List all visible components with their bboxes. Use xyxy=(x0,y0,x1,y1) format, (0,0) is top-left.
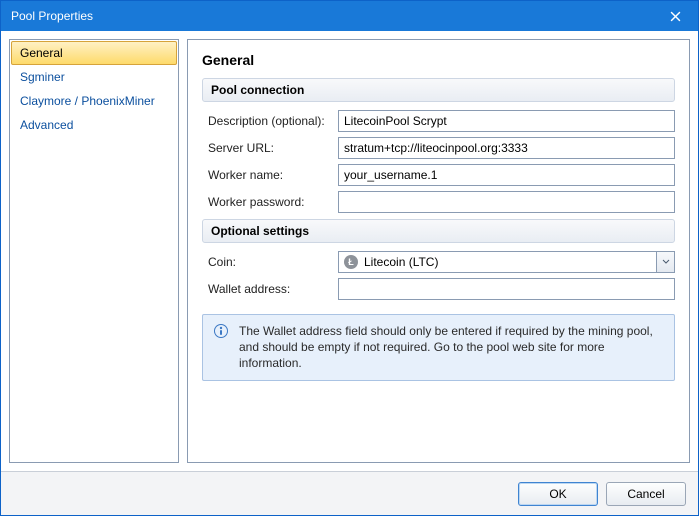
main-panel: General Pool connection Description (opt… xyxy=(187,39,690,463)
sidebar-item-sgminer[interactable]: Sgminer xyxy=(11,65,177,89)
ok-button[interactable]: OK xyxy=(518,482,598,506)
coin-select-dropdown-button[interactable] xyxy=(656,252,674,272)
worker-name-input[interactable] xyxy=(338,164,675,186)
sidebar-item-label: Advanced xyxy=(20,118,73,132)
info-text: The Wallet address field should only be … xyxy=(239,323,664,372)
sidebar: General Sgminer Claymore / PhoenixMiner … xyxy=(9,39,179,463)
label-wallet: Wallet address: xyxy=(208,282,338,296)
label-worker-password: Worker password: xyxy=(208,195,338,209)
worker-password-input[interactable] xyxy=(338,191,675,213)
litecoin-icon: Ł xyxy=(344,255,358,269)
sidebar-item-label: Claymore / PhoenixMiner xyxy=(20,94,155,108)
cancel-button[interactable]: Cancel xyxy=(606,482,686,506)
row-server-url: Server URL: xyxy=(202,137,675,159)
close-button[interactable] xyxy=(652,1,698,31)
label-worker-name: Worker name: xyxy=(208,168,338,182)
row-wallet: Wallet address: xyxy=(202,278,675,300)
close-icon xyxy=(670,11,681,22)
titlebar: Pool Properties xyxy=(1,1,698,31)
description-input[interactable] xyxy=(338,110,675,132)
sidebar-item-label: General xyxy=(20,46,63,60)
coin-select-value: Litecoin (LTC) xyxy=(364,255,438,269)
row-worker-password: Worker password: xyxy=(202,191,675,213)
info-box: The Wallet address field should only be … xyxy=(202,314,675,381)
coin-select-body: Ł Litecoin (LTC) xyxy=(339,252,656,272)
info-icon xyxy=(213,323,229,339)
wallet-address-input[interactable] xyxy=(338,278,675,300)
server-url-input[interactable] xyxy=(338,137,675,159)
chevron-down-icon xyxy=(662,259,670,265)
sidebar-item-label: Sgminer xyxy=(20,70,65,84)
coin-select[interactable]: Ł Litecoin (LTC) xyxy=(338,251,675,273)
group-header-optional: Optional settings xyxy=(202,219,675,243)
dialog-footer: OK Cancel xyxy=(1,471,698,515)
dialog-window: Pool Properties General Sgminer Claymore… xyxy=(0,0,699,516)
row-coin: Coin: Ł Litecoin (LTC) xyxy=(202,251,675,273)
page-title: General xyxy=(202,52,675,68)
window-title: Pool Properties xyxy=(11,9,652,23)
row-worker-name: Worker name: xyxy=(202,164,675,186)
label-description: Description (optional): xyxy=(208,114,338,128)
label-coin: Coin: xyxy=(208,255,338,269)
group-header-connection: Pool connection xyxy=(202,78,675,102)
dialog-body: General Sgminer Claymore / PhoenixMiner … xyxy=(1,31,698,471)
row-description: Description (optional): xyxy=(202,110,675,132)
label-server-url: Server URL: xyxy=(208,141,338,155)
sidebar-item-claymore[interactable]: Claymore / PhoenixMiner xyxy=(11,89,177,113)
sidebar-item-general[interactable]: General xyxy=(11,41,177,65)
sidebar-item-advanced[interactable]: Advanced xyxy=(11,113,177,137)
